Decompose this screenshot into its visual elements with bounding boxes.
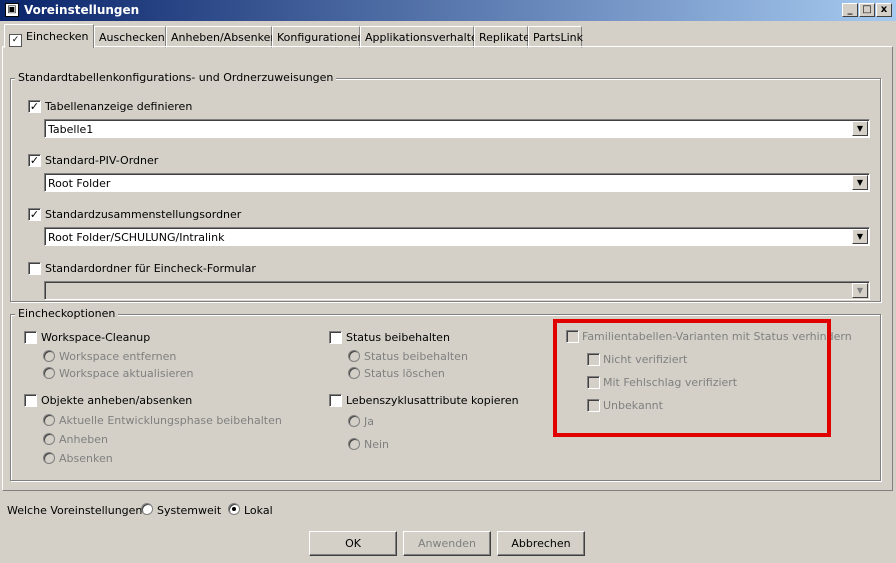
window-title: Voreinstellungen xyxy=(24,3,140,17)
piv-ordner-checkbox[interactable]: ✓ xyxy=(28,154,41,167)
highlight-box xyxy=(553,319,831,437)
tabellenanzeige-checkbox[interactable]: ✓ xyxy=(28,100,41,113)
checklist-icon: ✓ xyxy=(9,34,22,47)
status-loeschen-label: Status löschen xyxy=(364,367,445,380)
ok-button[interactable]: OK xyxy=(309,531,397,556)
zusammenstellung-checkbox[interactable]: ✓ xyxy=(28,208,41,221)
lokal-label: Lokal xyxy=(244,504,273,517)
status-beibehalten-label: Status beibehalten xyxy=(346,331,450,344)
systemweit-radio[interactable] xyxy=(141,503,153,515)
zusammenstellung-combo[interactable]: Root Folder/SCHULUNG/Intralink ▼ xyxy=(44,227,870,246)
status-beibehalten-radio[interactable] xyxy=(348,350,360,362)
objekte-anheben-label: Objekte anheben/absenken xyxy=(41,394,193,407)
absenken-label: Absenken xyxy=(59,452,113,465)
abbrechen-button[interactable]: Abbrechen xyxy=(497,531,585,556)
absenken-radio[interactable] xyxy=(43,452,55,464)
nein-radio[interactable] xyxy=(348,438,360,450)
workspace-cleanup-checkbox[interactable] xyxy=(24,331,37,344)
ja-radio[interactable] xyxy=(348,415,360,427)
entwicklungsphase-radio[interactable] xyxy=(43,414,55,426)
objekte-anheben-checkbox[interactable] xyxy=(24,394,37,407)
workspace-aktualisieren-label: Workspace aktualisieren xyxy=(59,367,194,380)
status-beibehalten-radio-label: Status beibehalten xyxy=(364,350,468,363)
zusammenstellung-label: Standardzusammenstellungsordner xyxy=(45,208,242,221)
piv-ordner-label: Standard-PIV-Ordner xyxy=(45,154,159,167)
eincheck-formular-label: Standardordner für Eincheck-Formular xyxy=(45,262,256,275)
nein-label: Nein xyxy=(364,438,390,451)
tab-einchecken[interactable]: ✓ Einchecken xyxy=(4,24,94,48)
tabellenanzeige-label: Tabellenanzeige definieren xyxy=(45,100,193,113)
systemweit-label: Systemweit xyxy=(157,504,222,517)
tabellenanzeige-combo[interactable]: Tabelle1 ▼ xyxy=(44,119,870,138)
eincheck-formular-checkbox[interactable] xyxy=(28,262,41,275)
tab-anheben-absenken[interactable]: Anheben/Absenken xyxy=(166,26,277,48)
workspace-cleanup-label: Workspace-Cleanup xyxy=(41,331,151,344)
tab-applikationsverhalten[interactable]: Applikationsverhalten xyxy=(360,26,485,48)
lebenszyklus-checkbox[interactable] xyxy=(329,394,342,407)
tab-konfigurationen[interactable]: Konfigurationen xyxy=(272,26,364,48)
dropdown-arrow-icon[interactable]: ▼ xyxy=(852,229,868,244)
workspace-entfernen-radio[interactable] xyxy=(43,350,55,362)
anheben-radio[interactable] xyxy=(43,433,55,445)
minimize-button[interactable]: _ xyxy=(842,3,858,17)
maximize-button[interactable]: □ xyxy=(859,3,875,17)
workspace-aktualisieren-radio[interactable] xyxy=(43,367,55,379)
app-icon: ▣ xyxy=(5,3,19,17)
eincheckoptionen-group-title: Eincheckoptionen xyxy=(15,307,119,320)
tab-replikate[interactable]: Replikate xyxy=(474,26,530,48)
entwicklungsphase-label: Aktuelle Entwicklungsphase beibehalten xyxy=(59,414,282,427)
piv-ordner-combo[interactable]: Root Folder ▼ xyxy=(44,173,870,192)
lokal-radio[interactable] xyxy=(228,503,240,515)
status-beibehalten-checkbox[interactable] xyxy=(329,331,342,344)
lebenszyklus-label: Lebenszyklusattribute kopieren xyxy=(346,394,519,407)
anheben-label: Anheben xyxy=(59,433,108,446)
dropdown-arrow-icon[interactable]: ▼ xyxy=(852,175,868,190)
tab-auschecken[interactable]: Auschecken xyxy=(94,26,166,48)
eincheck-formular-combo[interactable]: ▼ xyxy=(44,281,870,300)
tab-partslink[interactable]: PartsLink xyxy=(528,26,583,48)
std-config-group-title: Standardtabellenkonfigurations- und Ordn… xyxy=(15,71,337,84)
close-button[interactable]: x xyxy=(876,3,892,17)
status-loeschen-radio[interactable] xyxy=(348,367,360,379)
dropdown-arrow-icon[interactable]: ▼ xyxy=(852,121,868,136)
radio-selected-dot xyxy=(232,507,236,511)
dropdown-arrow-icon[interactable]: ▼ xyxy=(852,283,868,298)
title-bar: ▣ Voreinstellungen _ □ x xyxy=(0,0,896,21)
voreinstellungen-scope-label: Welche Voreinstellungen: xyxy=(7,504,147,517)
ja-label: Ja xyxy=(364,415,374,428)
workspace-entfernen-label: Workspace entfernen xyxy=(59,350,177,363)
anwenden-button[interactable]: Anwenden xyxy=(403,531,491,556)
